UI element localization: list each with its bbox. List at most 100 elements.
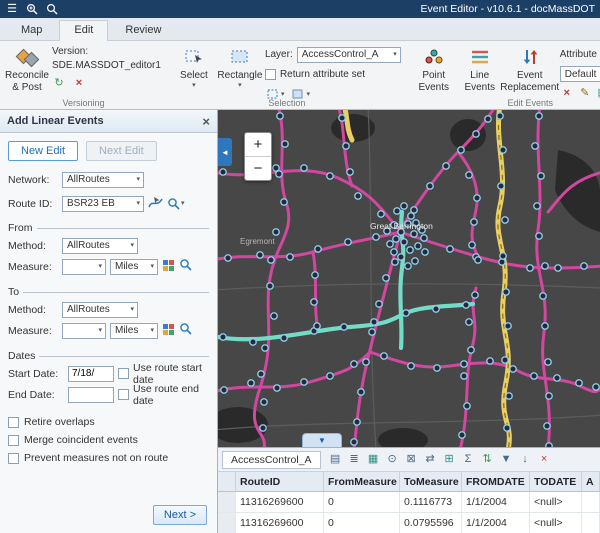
map-label-great-barrington: Great Barrington [370,221,433,231]
route-search-icon[interactable]: ▾ [167,197,185,211]
to-measure-picker-icon[interactable] [162,323,175,339]
table-options-icon[interactable]: ▤ [327,451,344,468]
from-method-combobox[interactable]: AllRoutes ▾ [62,238,138,254]
row-selector[interactable] [218,492,236,513]
table-layer-tab[interactable]: AccessControl_A [222,451,321,469]
collapse-panel-button[interactable]: ◄ [218,138,232,166]
to-unit-value: Miles [115,325,146,336]
sort-icon[interactable]: ⇅ [479,451,496,468]
table-cell[interactable]: 11316269600 [236,492,324,513]
from-measure-search-icon[interactable] [179,258,193,275]
collapse-left-icon: ◄ [221,148,229,157]
select-button[interactable]: Select ▾ [171,43,217,91]
reconcile-post-icon [16,45,38,69]
table-cell[interactable]: 1/1/2004 [462,492,530,513]
zoom-out-button[interactable]: − [245,156,271,180]
rectangle-button[interactable]: Rectangle ▾ [217,43,263,91]
clear-selection-icon[interactable]: ⊠ [403,451,420,468]
from-measure-picker-icon[interactable] [162,259,175,275]
network-label: Network: [8,174,58,186]
table-cell[interactable]: <null> [530,492,582,513]
start-date-input[interactable] [68,366,114,382]
map-graphics: Egremont Great Barrington [218,110,600,447]
map-canvas[interactable]: Egremont Great Barrington ◄ + − ▼ [218,110,600,447]
table-cell[interactable]: <null> [530,513,582,533]
table-cell[interactable]: 0.0795596 [400,513,462,533]
next-edit-button[interactable]: Next Edit [86,141,157,161]
zoom-in-button[interactable]: + [245,133,271,156]
column-header-tomeasure[interactable]: ToMeasure [400,472,462,492]
show-selected-records-icon[interactable]: ▦ [365,451,382,468]
select-all-icon[interactable]: ⊞ [441,451,458,468]
close-panel-icon[interactable]: × [202,115,210,128]
to-measure-search-icon[interactable] [179,322,193,339]
rectangle-caret-icon: ▾ [238,82,242,89]
table-cell[interactable] [582,513,600,533]
export-icon[interactable]: ↓ [517,451,534,468]
from-unit-value: Miles [115,261,146,272]
filter-icon[interactable]: ▼ [498,451,515,468]
close-version-icon[interactable]: × [72,76,86,90]
column-header-todate[interactable]: TODATE [530,472,582,492]
show-all-records-icon[interactable]: ≣ [346,451,363,468]
merge-coincident-events-checkbox[interactable] [8,435,19,446]
column-header-routeid[interactable]: RouteID [236,472,324,492]
zoom-to-selected-icon[interactable]: ⊙ [384,451,401,468]
event-editor-window: ☰ Event Editor - v10.6.1 - docMassDOT Ma… [0,0,600,533]
table-cell[interactable]: 0 [324,492,400,513]
return-attribute-set-checkbox[interactable] [265,69,276,80]
column-header-clipped[interactable]: A [582,472,600,492]
map-label-egremont: Egremont [240,237,275,246]
panel-header: Add Linear Events × [0,110,217,133]
search-icon[interactable] [45,2,59,16]
ribbon-group-versioning: Reconcile & Post Version: SDE.MASSDOT_ed… [0,41,167,109]
end-date-input[interactable] [68,387,114,403]
use-route-end-date-label: Use route end date [133,383,209,407]
to-measure-caret-icon: ▾ [98,327,102,334]
from-measure-combobox[interactable]: ▾ [62,259,106,275]
table-cell[interactable] [582,492,600,513]
table-cell[interactable]: 0 [324,513,400,533]
refresh-version-icon[interactable]: ↻ [52,76,66,90]
table-cell[interactable]: 11316269600 [236,513,324,533]
edit-events-group-label: Edit Events [407,98,600,108]
event-replacement-button[interactable]: Event Replacement [503,43,557,95]
route-search-caret-icon: ▾ [181,200,185,207]
use-route-end-date-checkbox[interactable] [118,389,129,400]
attribute-set-combobox[interactable]: Default ▾ [560,66,600,82]
reconcile-post-button[interactable]: Reconcile & Post [4,43,50,95]
tab-review[interactable]: Review [110,20,176,40]
route-id-combobox[interactable]: BSR23 EB ▾ [62,196,144,212]
delete-selected-icon[interactable]: × [536,451,553,468]
line-events-button[interactable]: Line Events [457,43,503,95]
route-select-on-map-icon[interactable] [148,195,163,213]
layer-combobox[interactable]: AccessControl_A ▾ [297,47,401,63]
collapse-table-tab[interactable]: ▼ [302,433,342,447]
tab-edit[interactable]: Edit [59,20,108,41]
to-unit-combobox[interactable]: Miles ▾ [110,323,158,339]
ribbon-group-selection: Select ▾ Rectangle ▾ Layer: AccessContro… [167,41,407,109]
next-button[interactable]: Next > [153,505,207,525]
table-cell[interactable]: 1/1/2004 [462,513,530,533]
point-events-button[interactable]: Point Events [411,43,457,95]
column-header-fromdate[interactable]: FROMDATE [462,472,530,492]
reconcile-post-label: Reconcile & Post [4,70,50,93]
table-cell[interactable]: 0.1116773 [400,492,462,513]
zoom-in-icon[interactable] [25,2,39,16]
column-header-frommeasure[interactable]: FromMeasure [324,472,400,492]
statistics-icon[interactable]: Σ [460,451,477,468]
retire-overlaps-checkbox[interactable] [8,417,19,428]
app-menu-icon[interactable]: ☰ [5,2,19,16]
use-route-start-date-checkbox[interactable] [118,368,129,379]
layer-caret-icon: ▾ [393,51,397,58]
to-measure-combobox[interactable]: ▾ [62,323,106,339]
event-replacement-icon [520,45,540,69]
tab-map[interactable]: Map [6,20,57,40]
switch-selection-icon[interactable]: ⇄ [422,451,439,468]
from-unit-combobox[interactable]: Miles ▾ [110,259,158,275]
to-method-combobox[interactable]: AllRoutes ▾ [62,302,138,318]
row-selector[interactable] [218,513,236,533]
new-edit-button[interactable]: New Edit [8,141,78,161]
prevent-measures-checkbox[interactable] [8,453,19,464]
network-combobox[interactable]: AllRoutes ▾ [62,172,144,188]
